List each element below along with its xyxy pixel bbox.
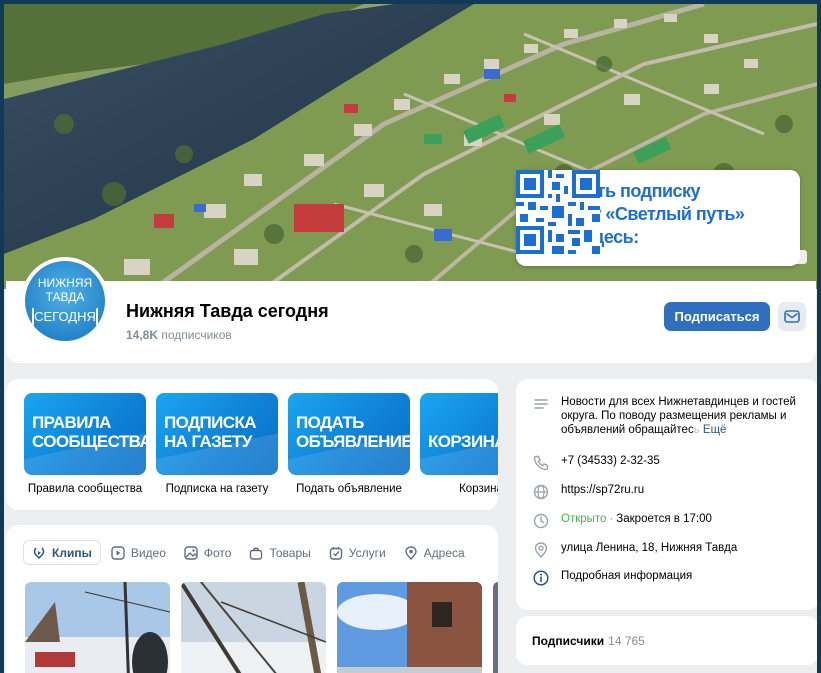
message-button[interactable]	[778, 302, 806, 331]
link-thumbnail-text: КОРЗИНА	[428, 432, 498, 451]
details-link: Подробная информация	[561, 570, 693, 582]
link-label: Правила сообщества	[27, 483, 143, 495]
open-status: Открыто	[561, 513, 607, 525]
link-newspaper-subscription[interactable]: ПОДПИСКА НА ГАЗЕТУ Подписка на газету	[156, 393, 278, 495]
tab-goods[interactable]: Товары	[241, 540, 318, 565]
phone-icon	[533, 455, 549, 471]
link-cart[interactable]: КОРЗИНА Корзина	[420, 393, 498, 495]
clock-icon	[533, 513, 549, 529]
avatar-text-line-1: НИЖНЯЯ	[37, 276, 93, 290]
tab-label: Видео	[130, 545, 166, 560]
description-fade: ь	[693, 424, 700, 436]
closing-time: Закроется в 17:00	[616, 513, 712, 525]
media-card: Клипы Видео Фото Товары Услуги Адреса	[6, 525, 498, 673]
show-more-link[interactable]: Ещё	[703, 424, 727, 436]
shopping-bag-icon	[250, 547, 263, 560]
description-text: Новости для всех Нижнетавдинцев и гостей…	[561, 396, 796, 436]
location-icon	[404, 545, 417, 560]
group-avatar[interactable]: НИЖНЯЯ ТАВДА СЕГОДНЯ	[21, 257, 109, 345]
tab-label: Адреса	[423, 545, 465, 560]
cover-edit-icon[interactable]	[791, 250, 807, 264]
group-info-card: Новости для всех Нижнетавдинцев и гостей…	[516, 379, 817, 610]
envelope-icon	[784, 310, 800, 323]
avatar-text-line-2: ТАВДА	[45, 290, 85, 304]
subscribers-heading: Подписчики	[532, 634, 605, 648]
globe-icon	[533, 484, 549, 500]
link-label: Подать объявление	[296, 483, 402, 495]
info-details[interactable]: Подробная информация	[532, 569, 692, 587]
tab-label: Клипы	[52, 545, 92, 560]
clip-preview-image	[337, 582, 482, 673]
link-label: Подписка на газету	[165, 483, 269, 495]
tab-label: Фото	[203, 545, 232, 560]
info-address[interactable]: улица Ленина, 18, Нижняя Тавда	[532, 541, 737, 559]
subscription-promo-banner[interactable]: Оформить подписку на газету «Светлый пут…	[516, 170, 800, 266]
group-title: Нижняя Тавда сегодня	[126, 301, 329, 321]
tab-label: Товары	[269, 545, 311, 560]
link-thumbnail: ПРАВИЛА СООБЩЕСТВА	[24, 393, 146, 475]
info-hours[interactable]: Открыто · Закроется в 17:00	[532, 512, 712, 530]
link-post-ad[interactable]: ПОДАТЬ ОБЪЯВЛЕНИЕ Подать объявление	[288, 393, 410, 495]
link-thumbnail: ПОДАТЬ ОБЪЯВЛЕНИЕ	[288, 393, 410, 475]
group-header: НИЖНЯЯ ТАВДА СЕГОДНЯ Нижняя Тавда сегодн…	[6, 257, 816, 363]
subscribers-title: Подписчики 14 765	[532, 634, 645, 648]
subscribers-label: подписчиков	[161, 328, 232, 342]
separator-dot: ·	[609, 513, 614, 525]
address-text: улица Ленина, 18, Нижняя Тавда	[561, 542, 738, 554]
link-thumbnail-text: ПРАВИЛА СООБЩЕСТВА	[32, 413, 146, 451]
info-website[interactable]: https://sp72ru.ru	[532, 483, 644, 501]
page-frame: Оформить подписку на газету «Светлый пут…	[4, 4, 817, 673]
services-icon	[329, 546, 342, 560]
tab-services[interactable]: Услуги	[321, 540, 394, 565]
subscribers-count: 14 765	[608, 634, 645, 648]
tab-video[interactable]: Видео	[103, 540, 174, 565]
clips-icon	[33, 546, 45, 559]
group-subscribers[interactable]: 14,8K подписчиков	[126, 328, 232, 342]
clip-thumbnail[interactable]	[337, 582, 482, 673]
link-community-rules[interactable]: ПРАВИЛА СООБЩЕСТВА Правила сообщества	[24, 393, 146, 495]
location-pin-icon	[534, 542, 548, 559]
tab-photo[interactable]: Фото	[176, 540, 240, 565]
clip-preview-image	[493, 582, 498, 673]
subscribe-button[interactable]: Подписаться	[664, 302, 770, 331]
link-label: Корзина	[459, 483, 498, 495]
link-thumbnail: ПОДПИСКА НА ГАЗЕТУ	[156, 393, 278, 475]
info-icon	[533, 570, 549, 586]
clip-thumbnail[interactable]	[25, 582, 170, 673]
clip-thumbnail[interactable]	[181, 582, 326, 673]
cover-image: Оформить подписку на газету «Светлый пут…	[4, 4, 817, 289]
website-link: https://sp72ru.ru	[561, 484, 645, 496]
clip-preview-image	[181, 582, 326, 673]
clip-thumbnail[interactable]	[493, 582, 498, 673]
clip-preview-image	[25, 582, 170, 673]
link-thumbnail-text: ПОДАТЬ ОБЪЯВЛЕНИЕ	[296, 413, 410, 451]
community-links-card: ПРАВИЛА СООБЩЕСТВА Правила сообщества ПО…	[6, 379, 498, 510]
tab-label: Услуги	[348, 545, 386, 560]
phone-number: +7 (34533) 2-32-35	[561, 455, 660, 467]
avatar-text-line-3: СЕГОДНЯ	[32, 307, 98, 327]
subscribers-card[interactable]: Подписчики 14 765	[516, 616, 817, 665]
video-icon	[111, 545, 125, 560]
link-thumbnail: КОРЗИНА	[420, 393, 498, 475]
subscribers-short-count: 14,8K	[126, 328, 159, 342]
media-tabs: Клипы Видео Фото Товары Услуги Адреса	[23, 540, 475, 565]
link-thumbnail-text: ПОДПИСКА НА ГАЗЕТУ	[164, 413, 257, 451]
info-description: Новости для всех Нижнетавдинцев и гостей…	[532, 395, 806, 437]
qr-code-icon	[516, 170, 600, 254]
tab-addresses[interactable]: Адреса	[396, 540, 473, 565]
tab-clips[interactable]: Клипы	[23, 540, 101, 565]
description-lines-icon	[534, 399, 548, 409]
photo-icon	[184, 545, 198, 560]
info-phone[interactable]: +7 (34533) 2-32-35	[532, 454, 660, 472]
